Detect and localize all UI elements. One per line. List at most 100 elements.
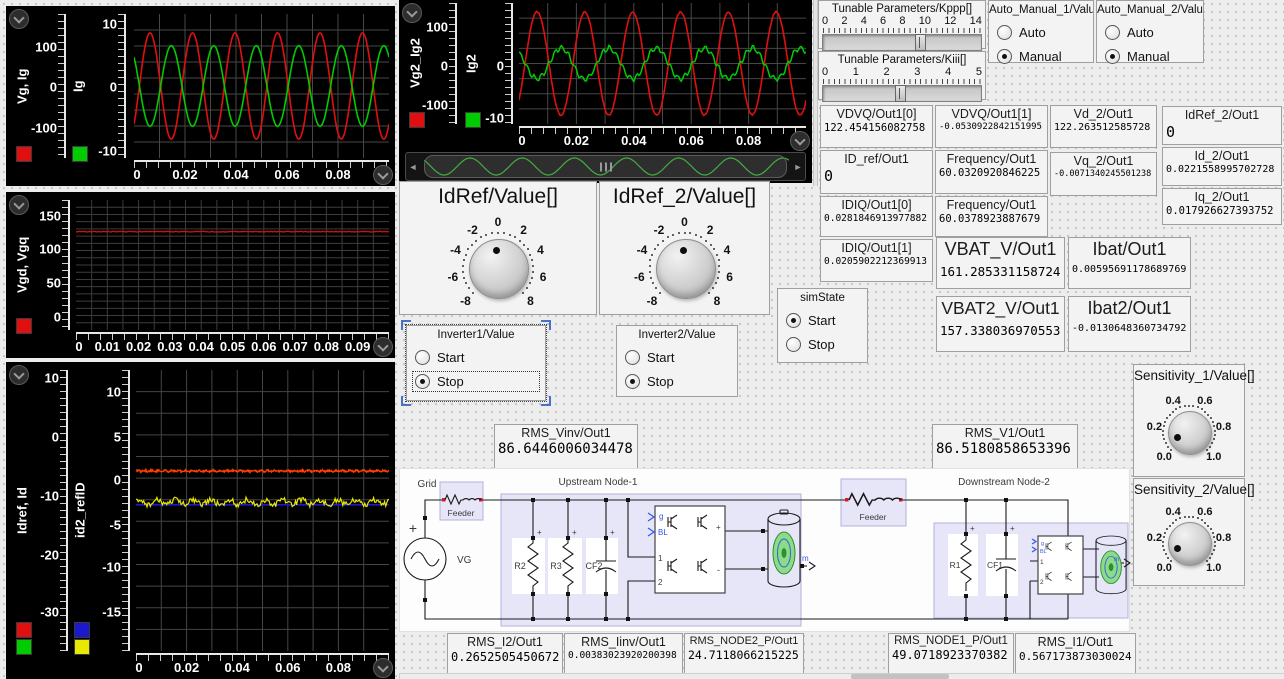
legend-swatch	[72, 146, 88, 162]
knob-grip[interactable]	[1168, 411, 1212, 455]
window-splitter[interactable]	[813, 0, 818, 186]
radio-option-start[interactable]: Start	[415, 350, 537, 365]
axis-line	[118, 14, 126, 158]
panner-right-arrow-icon[interactable]: ►	[791, 153, 805, 180]
legend-swatch	[16, 318, 32, 334]
scope-resize-icon[interactable]	[373, 658, 393, 678]
radio-unselected-icon[interactable]	[415, 350, 430, 365]
radio-option-auto[interactable]: Auto	[1105, 25, 1195, 40]
knob-tick-mark	[526, 287, 528, 289]
cf1-label: CF1	[987, 560, 1003, 570]
panner-thumb[interactable]	[424, 155, 787, 178]
scope-menu-icon[interactable]	[9, 365, 29, 385]
knob-panel-sensitivity-2[interactable]: Sensitivity_2/Value[]0.00.20.40.60.81.0	[1133, 478, 1245, 586]
knob-tick-mark	[712, 287, 714, 289]
scope-panner-scrollbar[interactable]: ◄►	[405, 152, 806, 181]
scrollbar-thumb[interactable]	[851, 674, 949, 679]
radio-unselected-icon[interactable]	[625, 350, 640, 365]
radio-option-stop[interactable]: Stop	[625, 374, 729, 389]
scope-menu-icon[interactable]	[9, 9, 29, 29]
radio-unselected-icon[interactable]	[1105, 25, 1120, 40]
slider-panel-kppp[interactable]: Tunable Parameters/Kppp[]02468101214	[818, 0, 986, 49]
selection-handle-icon[interactable]	[541, 320, 551, 330]
radio-option-auto[interactable]: Auto	[997, 25, 1085, 40]
radio-selected-icon[interactable]	[786, 313, 801, 328]
radio-option-manual[interactable]: Manual	[997, 49, 1085, 64]
x-axis-tick-label: 0.01	[95, 339, 120, 354]
scope-resize-icon[interactable]	[373, 165, 393, 185]
knob-tick-mark	[1201, 519, 1203, 521]
knob-tick-mark	[485, 234, 487, 236]
radio-option-start[interactable]: Start	[786, 313, 859, 328]
axis-tick-label: -15	[102, 604, 121, 619]
selection-handle-icon[interactable]	[401, 396, 411, 406]
upstream-node-region[interactable]	[501, 494, 801, 626]
slider-panel-kiii[interactable]: Tunable Parameters/Kiii[]012345	[818, 51, 986, 100]
radio-group-inverter2[interactable]: Inverter2/ValueStartStop	[616, 325, 738, 397]
radio-option-manual[interactable]: Manual	[1105, 49, 1195, 64]
radio-option-stop[interactable]: Stop	[786, 337, 859, 352]
slider-tick-labels: 012345	[819, 66, 985, 78]
display-idiq-0: IDIQ/Out1[0]0.0281846913977882	[820, 196, 933, 237]
radio-group-auto-manual-1[interactable]: Auto_Manual_1/ValueAutoManual	[988, 0, 1094, 63]
radio-unselected-icon[interactable]	[786, 337, 801, 352]
slider-groove[interactable]	[822, 34, 982, 51]
axis-label: Vgd, Vgq	[14, 200, 30, 330]
display-value: 0.567173873030024	[1019, 650, 1132, 663]
scope-resize-icon[interactable]	[790, 131, 810, 151]
x-axis-tick-label: 0.02	[172, 167, 197, 182]
knob-dial[interactable]: 0.00.20.40.60.81.0	[1134, 365, 1244, 476]
axis-tick-label: -10	[485, 110, 504, 125]
knob-tick-mark	[1166, 528, 1168, 530]
display-value: 0.017926627393752	[1166, 205, 1278, 217]
panner-left-arrow-icon[interactable]: ◄	[406, 153, 420, 180]
radio-group-auto-manual-2[interactable]: Auto_Manual_2/ValueAutoManual	[1096, 0, 1204, 63]
axis-tick-label: 100	[426, 20, 448, 35]
radio-option-label: Manual	[1019, 49, 1062, 64]
knob-dial[interactable]: 0.00.20.40.60.81.0	[1134, 479, 1244, 585]
scope-y-axis: Idref, Id100-10-20-30	[14, 370, 68, 651]
knob-tick-mark	[715, 282, 717, 284]
radio-option-start[interactable]: Start	[625, 350, 729, 365]
knob-tick-label: -2	[467, 223, 478, 237]
knob-panel-idref-2[interactable]: IdRef_2/Value[]-8-6-4-202468	[599, 181, 770, 315]
slider-thumb[interactable]	[915, 34, 926, 51]
radio-group-inverter1[interactable]: Inverter1/Value Start Stop	[406, 325, 546, 401]
slider-groove[interactable]	[822, 85, 982, 102]
knob-tick-mark	[532, 265, 534, 267]
selection-handle-icon[interactable]	[541, 396, 551, 406]
display-rms-v1: RMS_V1/Out186.5180858653396	[932, 424, 1078, 469]
slider-thumb[interactable]	[895, 85, 906, 102]
radio-selected-icon[interactable]	[1105, 49, 1120, 64]
horizontal-scrollbar[interactable]	[399, 673, 1284, 679]
knob-dial[interactable]: -8-6-4-202468	[600, 182, 769, 314]
port-plus-label: +	[716, 523, 721, 532]
radio-group-title: Inverter1/Value	[407, 329, 545, 341]
vg-source[interactable]	[404, 538, 446, 580]
radio-selected-icon[interactable]	[997, 49, 1012, 64]
knob-panel-sensitivity-1[interactable]: Sensitivity_1/Value[]0.00.20.40.60.81.0	[1133, 364, 1245, 477]
panner-grip-icon[interactable]	[600, 162, 612, 171]
scope-resize-icon[interactable]	[373, 337, 393, 357]
display-value: 0.0205902212369913	[824, 256, 929, 267]
slider-tick-marks	[823, 79, 981, 84]
selection-handle-icon[interactable]	[401, 320, 411, 330]
scope-menu-icon[interactable]	[9, 195, 29, 215]
axis-label: Vg, Ig	[14, 14, 30, 158]
axis-tick-label: -30	[40, 604, 59, 619]
knob-tick-mark	[1214, 545, 1216, 547]
x-axis-tick-label: 0.02	[174, 660, 199, 675]
radio-unselected-icon[interactable]	[997, 25, 1012, 40]
knob-grip[interactable]	[1168, 522, 1212, 566]
axis-tick-label: 100	[39, 242, 61, 257]
x-axis-tick-label: 0	[135, 660, 142, 675]
knob-panel-idref[interactable]: IdRef/Value[]-8-6-4-202468	[399, 181, 597, 315]
axis-tick-label: -10	[98, 143, 117, 158]
knob-tick-mark	[659, 292, 661, 294]
scope-menu-icon[interactable]	[402, 3, 422, 23]
knob-dial[interactable]: -8-6-4-202468	[400, 182, 596, 314]
radio-selected-icon[interactable]	[415, 374, 430, 389]
radio-option-stop[interactable]: Stop	[415, 374, 537, 389]
radio-selected-icon[interactable]	[625, 374, 640, 389]
radio-group-simstate[interactable]: simStateStartStop	[777, 288, 868, 363]
